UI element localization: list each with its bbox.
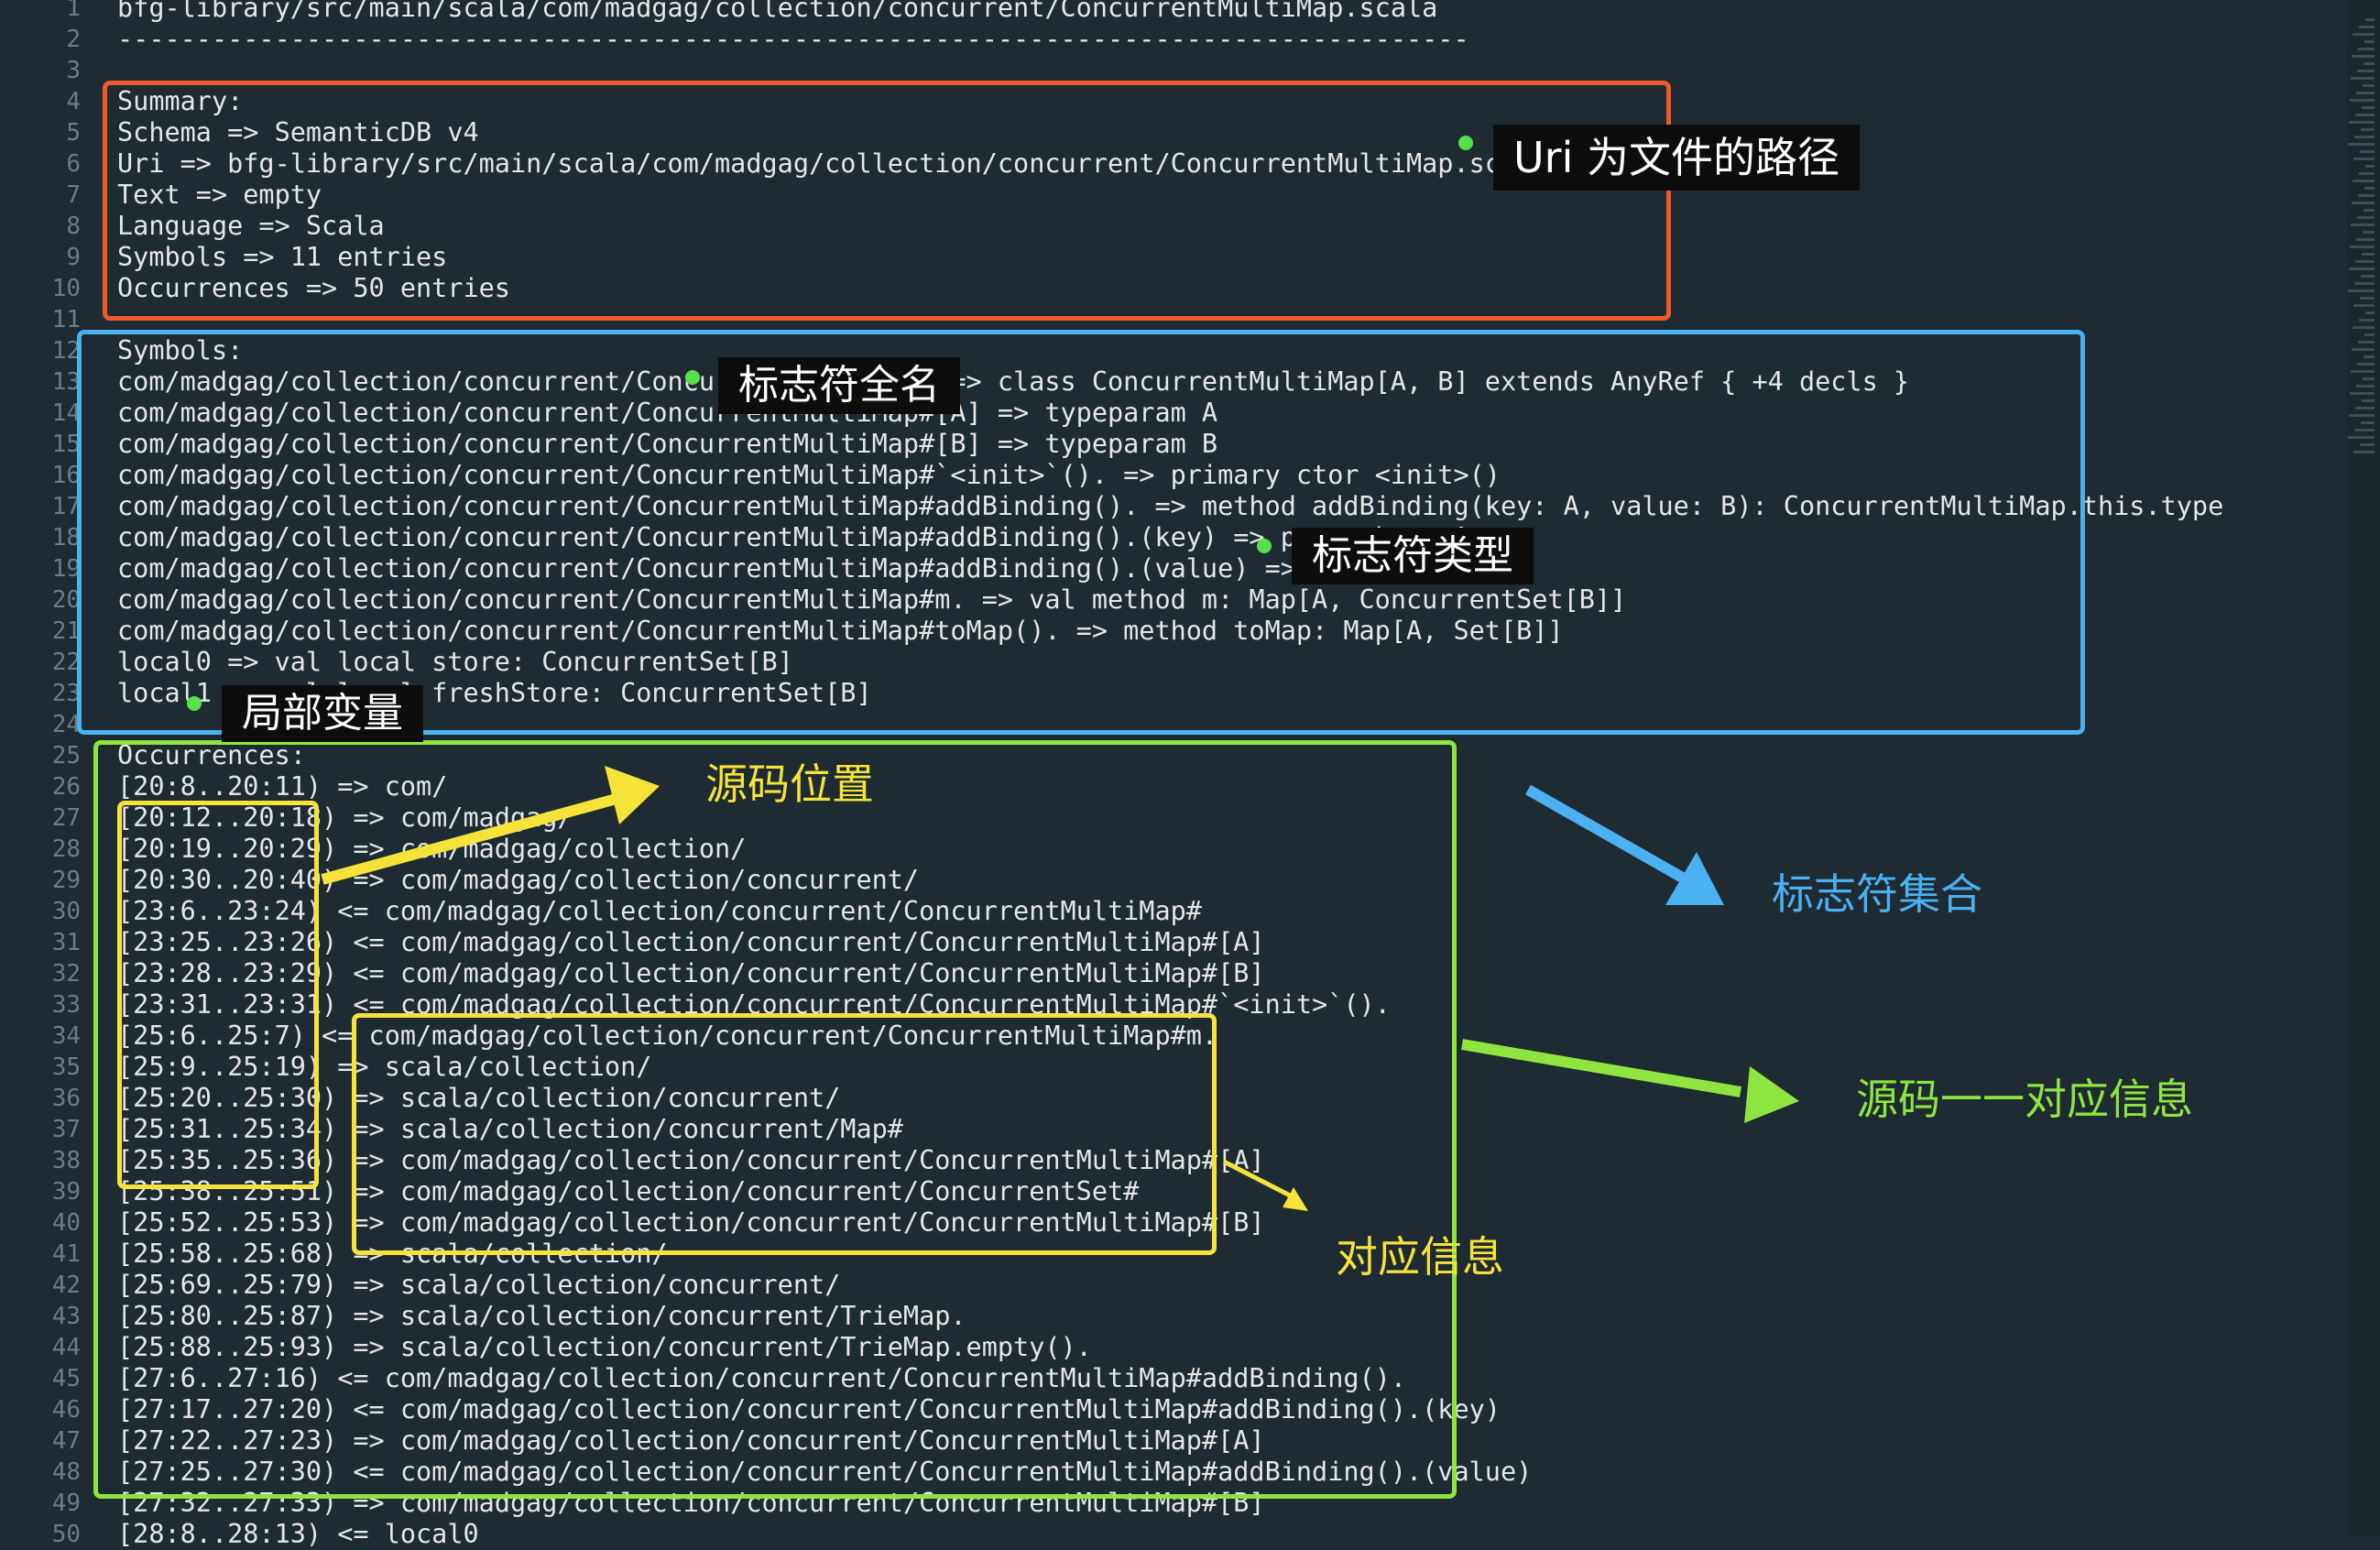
uri-marker-dot [1458,136,1473,150]
source-position-caption: 源码位置 [705,759,874,809]
arrowhead-mapping-info [1283,1187,1308,1211]
symbol-fullname-marker-dot [685,370,700,385]
arrowhead-source-position [605,766,660,824]
local-var-label: 局部变量 [222,685,423,742]
arrow-to-source-mapping [1460,1039,1742,1097]
symbol-type-label: 标志符类型 [1292,528,1534,584]
arrowhead-source-mapping [1744,1066,1799,1123]
arrow-to-mapping-info [1222,1159,1294,1199]
annotation-arrows [321,766,1799,1211]
symbol-type-marker-dot [1257,539,1272,553]
mapping-info-caption: 对应信息 [1336,1232,1504,1282]
local-var-marker-dot [187,696,202,711]
arrow-to-symbol-set [1525,784,1688,885]
symbol-set-caption: 标志符集合 [1772,869,1982,919]
uri-label: Uri 为文件的路径 [1493,125,1860,191]
symbol-fullname-label: 标志符全名 [718,357,960,414]
arrow-to-source-position [321,791,625,885]
source-mapping-caption: 源码一一对应信息 [1856,1075,2193,1124]
